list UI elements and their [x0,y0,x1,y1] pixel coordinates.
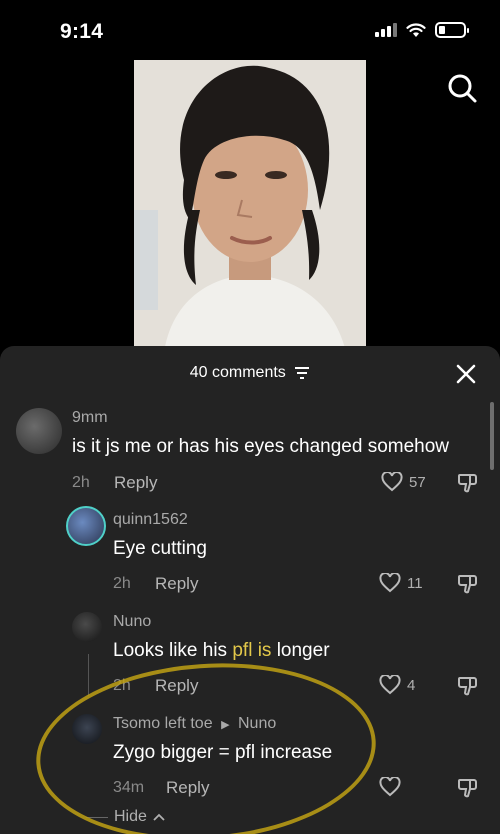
like-count: 57 [409,473,426,491]
comment-text: Zygo bigger = pfl increase [113,742,333,763]
comment-text: is it js me or has his eyes changed some… [72,436,450,457]
signal-icon [375,23,397,37]
close-icon[interactable] [454,362,478,386]
filter-icon[interactable] [294,366,310,380]
divider [86,816,108,818]
search-highlight-link[interactable]: pfl is [232,640,271,661]
hide-replies-button[interactable]: Hide [86,808,165,826]
heart-icon [381,472,403,492]
reply-button[interactable]: Reply [155,574,198,594]
comment-text-part: longer [271,640,330,661]
comments-count: 40 comments [189,364,286,381]
heart-icon [379,675,401,695]
comment-username[interactable]: Nuno [113,613,151,631]
reply-button[interactable]: Reply [114,473,157,493]
comment-time: 2h [72,474,90,491]
search-icon[interactable] [446,72,478,104]
avatar[interactable] [66,506,106,546]
comment-text: Eye cutting [113,538,207,559]
reply-button[interactable]: Reply [166,778,209,798]
avatar[interactable] [16,408,62,454]
avatar[interactable] [72,612,102,642]
comment-text: Looks like his pfl is longer [113,640,330,662]
dislike-icon[interactable] [457,777,479,799]
comments-sheet: 40 comments 9mm is it js me or has his e… [0,346,500,834]
heart-icon [379,777,401,797]
comments-count-row: 40 comments [0,364,500,382]
comments-header: 40 comments [0,346,500,400]
reply-button[interactable]: Reply [155,676,198,696]
comment-time: 34m [113,779,145,796]
status-time: 9:14 [60,20,104,43]
video-player[interactable] [134,60,366,352]
comment-time: 2h [113,677,131,694]
reply-to-username[interactable]: Nuno [238,715,276,732]
hide-label: Hide [114,808,147,825]
like-button[interactable]: 57 [381,472,426,492]
chevron-up-icon [153,813,165,821]
scrollbar[interactable] [490,402,494,470]
comment-time: 2h [113,575,131,592]
heart-icon [379,573,401,593]
comment-username[interactable]: 9mm [72,409,108,427]
dislike-icon[interactable] [457,573,479,595]
reply-arrow-icon: ▶ [221,719,230,731]
like-count: 11 [407,574,423,592]
status-icons [375,22,469,38]
like-button[interactable] [379,777,407,797]
wifi-icon [406,22,426,37]
comment-username-link[interactable]: Tsomo left toe [113,715,213,732]
avatar[interactable] [72,714,102,744]
dislike-icon[interactable] [457,675,479,697]
like-button[interactable]: 11 [379,573,423,593]
battery-icon [435,22,469,38]
comment-username: Tsomo left toe ▶ Nuno [113,715,276,733]
like-count: 4 [407,676,416,694]
comment-text-part: Looks like his [113,640,233,661]
status-bar: 9:14 [0,0,500,60]
thread-line [88,654,89,696]
dislike-icon[interactable] [457,472,479,494]
video-frame-person [134,60,366,352]
comment-username[interactable]: quinn1562 [113,511,188,529]
like-button[interactable]: 4 [379,675,415,695]
